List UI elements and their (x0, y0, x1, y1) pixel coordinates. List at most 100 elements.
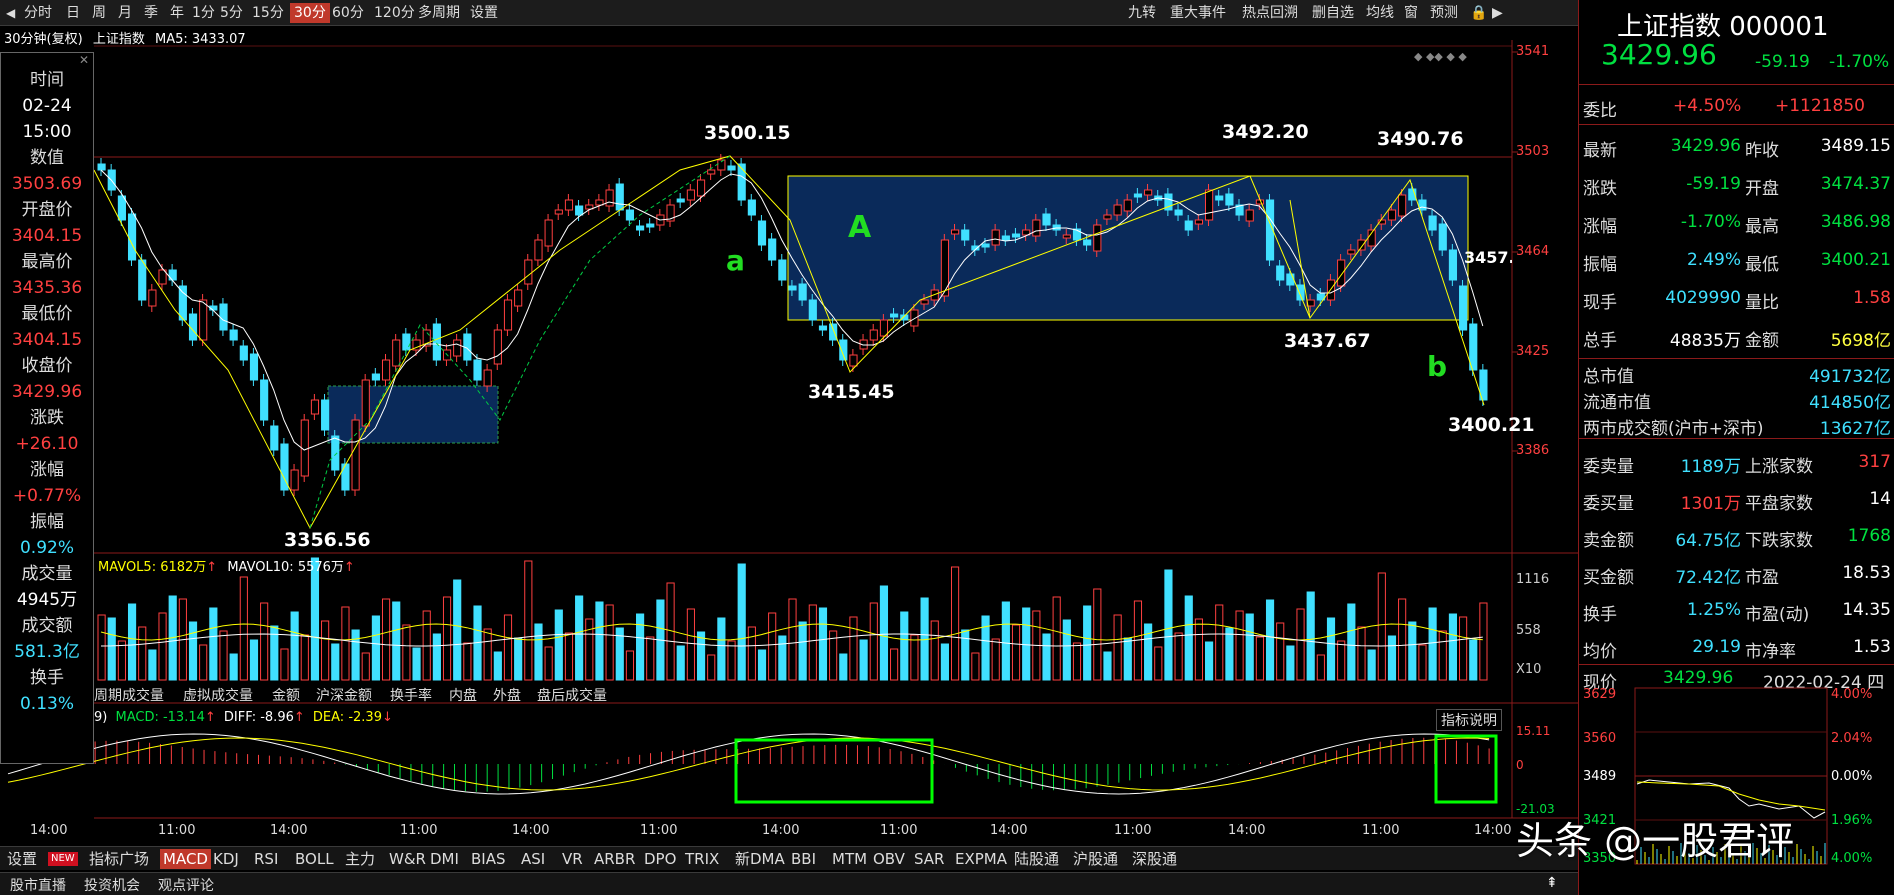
volume-tab-7[interactable]: 盘后成交量 (537, 685, 607, 705)
indicator-tab-17[interactable]: MTM (829, 849, 870, 869)
q-l1-4: 现手 (1583, 293, 1617, 313)
info-value-0: 02-24 (22, 96, 72, 116)
time-label-11: 11:00 (1362, 823, 1400, 838)
indicator-tab-7[interactable]: W&R (386, 849, 429, 869)
volume-tab-5[interactable]: 内盘 (449, 685, 477, 705)
time-label-7: 11:00 (880, 823, 918, 838)
market-row-1: 流通市值 414850亿 (1583, 386, 1891, 413)
info-value-8: +0.77% (12, 486, 82, 506)
new-badge: NEW (48, 852, 78, 866)
close-icon[interactable]: ✕ (1, 53, 93, 67)
indicator-tab-16[interactable]: BBI (788, 849, 819, 869)
q2-v2-5: 1.53 (1853, 637, 1891, 657)
q-l2-1: 开盘 (1745, 179, 1779, 199)
indicator-tab-12[interactable]: ARBR (591, 849, 638, 869)
label-low-4: 3400.21 (1448, 414, 1535, 436)
label-high-1: 3500.15 (704, 122, 791, 144)
indicator-tab-2[interactable]: MACD (160, 849, 211, 869)
q-v1-1: -59.19 (1686, 174, 1741, 194)
macd-value: MACD: -13.14 (115, 710, 205, 725)
status-opinion[interactable]: 观点评论 (158, 875, 214, 895)
volume-tab-1[interactable]: 虚拟成交量 (183, 685, 253, 705)
label-mid: 3457.9 (1464, 248, 1512, 267)
q2-l1-3: 买金额 (1583, 568, 1634, 588)
indicator-tab-18[interactable]: OBV (870, 849, 908, 869)
status-live[interactable]: 股市直播 (10, 875, 66, 895)
quote-price: 3429.96 (1601, 38, 1717, 71)
volume-tab-2[interactable]: 金额 (272, 685, 300, 705)
indicator-tab-1[interactable]: 指标广场 (86, 849, 152, 869)
info-value-4: 3435.36 (11, 278, 83, 298)
info-label-5: 最低价 (21, 304, 73, 324)
svg-text:◆ ◆◆ ◆ ◆: ◆ ◆◆ ◆ ◆ (1414, 50, 1467, 63)
q2-v2-3: 18.53 (1842, 563, 1891, 583)
q-l1-0: 最新 (1583, 141, 1617, 161)
status-opportunity[interactable]: 投资机会 (84, 875, 140, 895)
indicator-tab-4[interactable]: RSI (251, 849, 281, 869)
axis-vol-2: 558 (1516, 623, 1541, 638)
market-row-0: 总市值 491732亿 (1583, 360, 1891, 387)
q2-l1-0: 委卖量 (1583, 457, 1634, 477)
indicator-tab-8[interactable]: DMI (427, 849, 462, 869)
indicator-tab-23[interactable]: 深股通 (1129, 849, 1180, 869)
indicator-tab-6[interactable]: 主力 (342, 849, 378, 869)
volume-tab-0[interactable]: 周期成交量 (94, 685, 164, 705)
indicator-tab-19[interactable]: SAR (911, 849, 947, 869)
indicator-help-button[interactable]: 指标说明 (1436, 709, 1502, 731)
info-value-5: 3404.15 (11, 330, 83, 350)
mini-axis-l2: 3560 (1583, 731, 1616, 746)
info-value-6: 3429.96 (11, 382, 83, 402)
mini-axis-l1: 3629 (1583, 687, 1616, 702)
info-label-8: 涨幅 (30, 460, 64, 480)
q-v2-4: 1.58 (1853, 288, 1891, 308)
mini-axis-r1: 4.00% (1831, 687, 1872, 702)
info-label-10: 成交量 (21, 564, 73, 584)
weibi-label: 委比 (1583, 101, 1617, 121)
indicator-tab-0[interactable]: 设置 (4, 849, 40, 869)
quote-change-pct: -1.70% (1829, 52, 1890, 72)
scroll-top-icon[interactable]: ⇞ (1546, 875, 1558, 891)
mkt-v-1: 414850亿 (1809, 393, 1891, 413)
axis-price-5: 3386 (1516, 443, 1550, 458)
q2-v1-1: 1301万 (1680, 494, 1741, 514)
axis-macd-1: 15.11 (1516, 724, 1551, 738)
quote2-row-0: 委卖量 1189万 上涨家数 317 (1583, 442, 1891, 480)
q2-v2-4: 14.35 (1842, 600, 1891, 620)
market-row-2: 两市成交额(沪市+深市) 13627亿 (1583, 412, 1891, 439)
volume-tabs: 周期成交量 虚拟成交量 金额 沪深金额 换手率 内盘 外盘 盘后成交量 (94, 683, 1334, 705)
time-label-5: 11:00 (640, 823, 678, 838)
quote-row-0: 最新 3429.96 昨收 3489.15 (1583, 126, 1891, 164)
indicator-tab-20[interactable]: EXPMA (952, 849, 1010, 869)
info-label-4: 最高价 (21, 252, 73, 272)
mavol5-label: MAVOL5: 6182万 (98, 560, 207, 575)
stock-app: ◀ 分时日周月季年 1分 5分 15分 30分 60分 120分 多周期 设置 九转 重大事件 热点… (0, 0, 1894, 895)
indicator-tab-22[interactable]: 沪股通 (1070, 849, 1121, 869)
indicator-tab-10[interactable]: ASI (518, 849, 548, 869)
label-b: b (1427, 350, 1448, 383)
quote-row-4: 现手 4029990 量比 1.58 (1583, 278, 1891, 316)
time-label-0: 14:00 (30, 823, 68, 838)
time-label-10: 14:00 (1228, 823, 1266, 838)
indicator-tab-9[interactable]: BIAS (468, 849, 509, 869)
label-high-2: 3492.20 (1222, 121, 1309, 143)
info-value-9: 0.92% (19, 538, 74, 558)
quote-row-3: 振幅 2.49% 最低 3400.21 (1583, 240, 1891, 278)
consolidation-box-A (787, 175, 1469, 321)
volume-tab-6[interactable]: 外盘 (493, 685, 521, 705)
volume-tab-4[interactable]: 换手率 (390, 685, 432, 705)
q-v2-3: 3400.21 (1820, 250, 1891, 270)
indicator-tab-15[interactable]: 新DMA (732, 849, 788, 869)
indicator-tab-11[interactable]: VR (559, 849, 586, 869)
quote2-row-1: 委买量 1301万 平盘家数 14 (1583, 479, 1891, 517)
q2-l1-4: 换手 (1583, 605, 1617, 625)
quote-row-1: 涨跌 -59.19 开盘 3474.37 (1583, 164, 1891, 202)
indicator-tab-14[interactable]: TRIX (682, 849, 722, 869)
info-value-12: 0.13% (19, 694, 74, 714)
indicator-tab-5[interactable]: BOLL (292, 849, 337, 869)
indicator-tab-3[interactable]: KDJ (210, 849, 242, 869)
q-l1-5: 总手 (1583, 331, 1617, 351)
volume-tab-3[interactable]: 沪深金额 (316, 685, 372, 705)
indicator-tab-21[interactable]: 陆股通 (1011, 849, 1062, 869)
q2-v2-2: 1768 (1847, 526, 1891, 546)
indicator-tab-13[interactable]: DPO (641, 849, 679, 869)
